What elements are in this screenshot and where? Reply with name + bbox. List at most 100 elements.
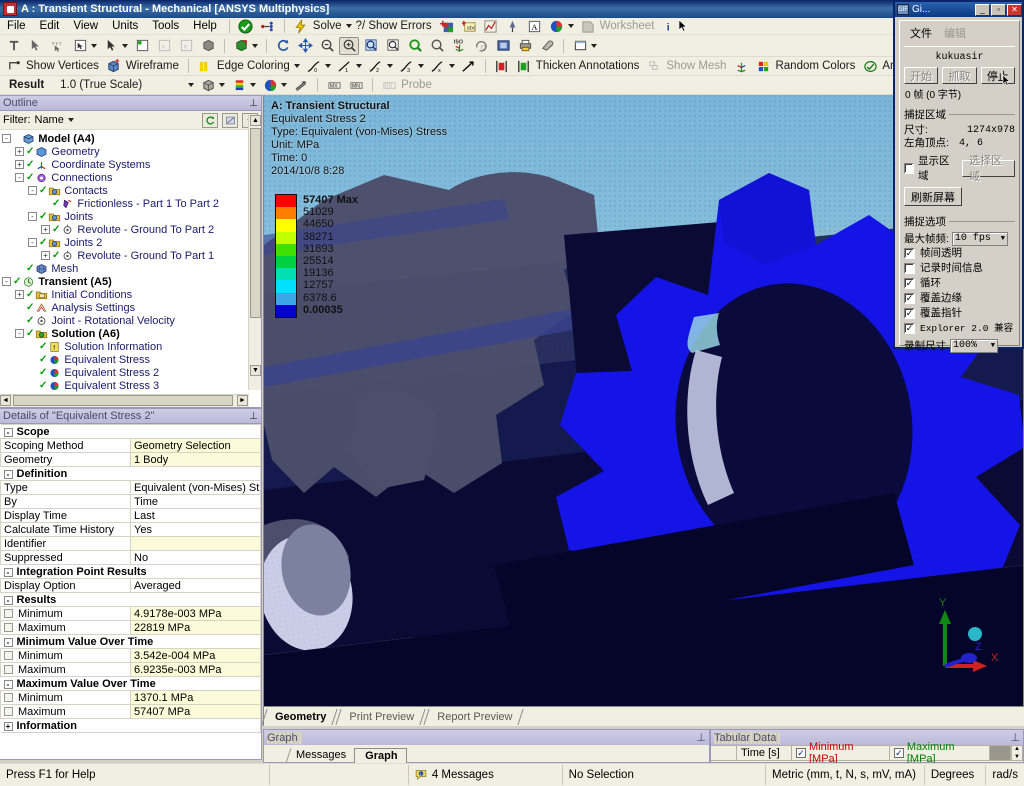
details-row-checkbox[interactable] [4,623,13,632]
menu-view[interactable]: View [66,19,105,33]
details-row-checkbox[interactable] [4,693,13,702]
tab-messages[interactable]: Messages [286,748,354,763]
details-row[interactable]: SuppressedNo [1,551,261,565]
details-row[interactable]: Maximum22819 MPa [1,621,261,635]
tree-item[interactable]: -✓Solution (A6) [2,327,261,340]
pick-arrow-dropdown-icon[interactable] [122,44,128,48]
capture-option-checkbox[interactable]: ✓ [904,308,915,319]
capture-option-checkbox[interactable]: ✓ [904,323,915,334]
maximize-button[interactable]: ▫ [991,4,1006,16]
details-row[interactable]: TypeEquivalent (von-Mises) Stress [1,481,261,495]
extend-dropdown-icon[interactable] [252,44,258,48]
details-row[interactable]: Scoping MethodGeometry Selection [1,439,261,453]
minimum-series-checkbox[interactable]: ✓ [796,748,806,758]
record-size-dropdown-icon[interactable]: ▼ [991,342,995,350]
probe-pin-icon[interactable] [503,17,523,35]
tree-item[interactable]: +✓Initial Conditions [2,288,261,301]
edge-style-0-icon[interactable]: 0 [304,57,324,75]
show-vertices-label[interactable]: Show Vertices [25,60,103,72]
tree-item[interactable]: ✓Frictionless - Part 1 To Part 2 [2,197,261,210]
stress-legend[interactable]: 57407 Max5102944650382713189325514191361… [275,194,358,318]
details-row[interactable]: Display TimeLast [1,509,261,523]
wireframe-label[interactable]: Wireframe [125,60,183,72]
menu-edit[interactable]: Edit [33,19,67,33]
cursor-mode-icon[interactable] [26,37,46,55]
zoom-in-icon[interactable] [339,37,359,55]
random-colors-label[interactable]: Random Colors [774,60,859,72]
capture-option-checkbox[interactable]: ✓ [904,293,915,304]
outline-vertical-scrollbar[interactable]: ▲ ▼ [248,115,261,390]
deformation-dropdown-icon[interactable] [219,83,225,87]
tree-item[interactable]: -✓Joints [2,210,261,223]
details-row-value[interactable] [131,537,261,551]
tab-geometry[interactable]: Geometry [264,709,335,725]
validate-button[interactable] [236,17,256,35]
tree-expander[interactable]: - [15,329,24,338]
chart-icon[interactable] [481,17,501,35]
clipboard-icon[interactable] [537,37,557,55]
details-row[interactable]: Calculate Time HistoryYes [1,523,261,537]
menu-help[interactable]: Help [186,19,224,33]
tree-expander[interactable]: - [28,186,37,195]
outline-pin-icon[interactable]: ⊥ [249,98,258,109]
contour-result-icon[interactable] [547,17,567,35]
start-button[interactable]: 开始 [904,67,938,84]
tree-item[interactable]: ✓Equivalent Stress 2 [2,366,261,379]
details-row-value[interactable]: 22819 MPa [131,621,261,635]
tree-expander[interactable]: + [15,147,24,156]
deformation-cube-icon[interactable] [198,76,218,94]
new-comment-icon[interactable]: abc [459,17,479,35]
contour-mode-dropdown-icon[interactable] [281,83,287,87]
print-icon[interactable] [515,37,535,55]
viewport-layout-dropdown-icon[interactable] [591,44,597,48]
show-errors-label[interactable]: ?/ Show Errors [355,20,436,32]
tree-item[interactable]: +✓Revolute - Ground To Part 1 [2,249,261,262]
tree-expander[interactable]: + [41,251,50,260]
menu-file[interactable]: File [0,19,33,33]
tree-item[interactable]: ✓Equivalent Stress 3 [2,379,261,392]
capture-option-checkbox[interactable] [904,263,915,274]
graph-pin-icon[interactable]: ⊥ [696,731,706,744]
tree-item[interactable]: ✓Equivalent Stress [2,353,261,366]
zoom-region-icon[interactable] [383,37,403,55]
details-section-expander[interactable]: - [4,568,13,577]
result-scale-dropdown-icon[interactable] [188,83,194,87]
tab-report-preview[interactable]: Report Preview [426,709,521,725]
random-colors-icon[interactable] [753,57,773,75]
details-row-value[interactable]: 57407 MPa [131,705,261,719]
magnify-icon[interactable] [427,37,447,55]
show-region-checkbox[interactable] [904,163,914,174]
details-row[interactable]: Minimum3.542e-004 MPa [1,649,261,663]
contour-mode-icon[interactable] [260,76,280,94]
zoom-out-icon[interactable] [317,37,337,55]
tabular-col-index[interactable] [711,745,737,761]
stop-button[interactable]: 停止 [981,67,1015,84]
edge-style-x-dropdown-icon[interactable] [449,64,455,68]
text-annotation-icon[interactable]: A [525,17,545,35]
tabular-col-minimum[interactable]: ✓ Minimum [MPa] [792,745,890,761]
details-row[interactable]: Geometry1 Body [1,453,261,467]
max-annotation-icon[interactable]: MX [324,76,344,94]
filter-select[interactable]: Name [35,114,74,126]
details-row[interactable]: Minimum4.9178e-003 MPa [1,607,261,621]
details-row[interactable]: Minimum1370.1 MPa [1,691,261,705]
tabular-col-maximum[interactable]: ✓ Maximum [MPa] [890,745,990,761]
tree-expander[interactable]: + [41,225,50,234]
details-row-value[interactable]: No [131,551,261,565]
extend-selection-icon[interactable] [231,37,251,55]
wireframe-icon[interactable] [104,57,124,75]
tree-expander[interactable]: - [15,173,24,182]
details-row[interactable]: Identifier [1,537,261,551]
scroll-up-arrow[interactable]: ▲ [250,115,261,126]
thicken-annotations-icon-red[interactable] [492,57,512,75]
details-row[interactable]: Display OptionAveraged [1,579,261,593]
scroll-left-arrow[interactable]: ◄ [0,395,11,406]
zoom-to-fit-icon[interactable] [405,37,425,55]
hscroll-thumb[interactable] [13,395,233,406]
view-cube-icon[interactable] [493,37,513,55]
tree-item[interactable]: -✓Model (A4) [2,132,261,145]
tab-print-preview[interactable]: Print Preview [338,709,423,725]
restore-view-icon[interactable]: Q [471,37,491,55]
capture-option-row[interactable]: ✓覆盖边缘 [904,291,1015,306]
min-annotation-icon[interactable]: MN [346,76,366,94]
